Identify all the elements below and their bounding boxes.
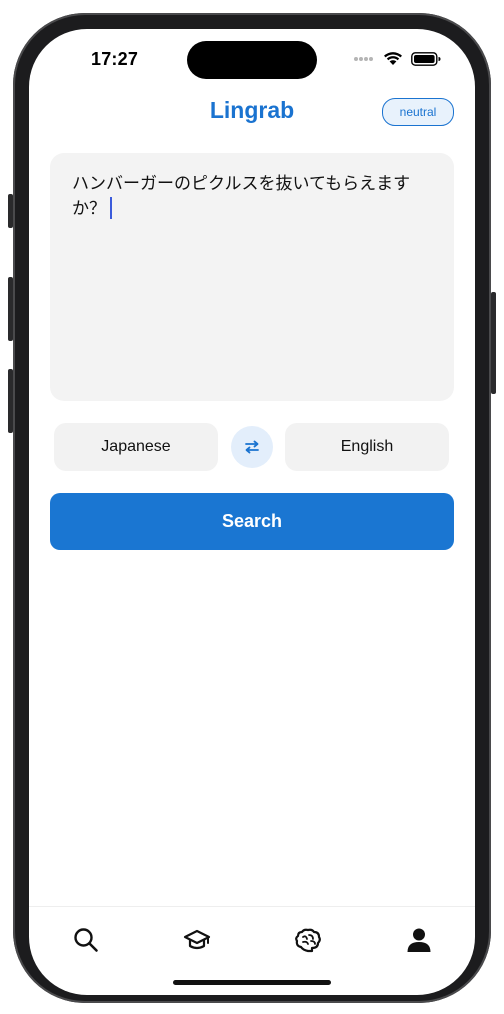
volume-down-button: [8, 369, 13, 433]
battery-icon: [411, 51, 441, 66]
status-icons: [353, 51, 441, 66]
mode-badge[interactable]: neutral: [382, 98, 454, 126]
tab-brain[interactable]: [288, 922, 328, 958]
source-language-label: Japanese: [101, 438, 171, 455]
brain-icon: [295, 928, 321, 953]
tab-search[interactable]: [66, 922, 106, 958]
source-language-button[interactable]: Japanese: [54, 423, 218, 471]
home-indicator: [173, 980, 331, 985]
status-time: 17:27: [91, 49, 139, 69]
swap-languages-button[interactable]: [231, 426, 273, 468]
search-icon: [74, 928, 98, 952]
text-caret: [110, 197, 112, 219]
phrase-input-text: ハンバーガーのピクルスを抜いてもらえますか？: [72, 174, 411, 219]
tab-bar-divider: [29, 906, 475, 907]
tab-profile[interactable]: [399, 922, 439, 958]
swap-arrows-icon: [245, 440, 259, 454]
volume-up-button: [8, 277, 13, 341]
action-button: [8, 194, 13, 228]
phrase-input[interactable]: ハンバーガーのピクルスを抜いてもらえますか？: [50, 153, 454, 401]
target-language-label: English: [340, 438, 394, 455]
wifi-icon: [384, 52, 402, 65]
user-icon: [407, 928, 431, 952]
cellular-signal-icon: [354, 56, 373, 61]
tab-learn[interactable]: [177, 922, 217, 958]
search-button-label: Search: [221, 511, 283, 531]
graduation-cap-icon: [183, 929, 211, 950]
screen: 17:27 Lingrab neutral ハンバーガーのピクルスを抜いてもらえ…: [29, 29, 475, 995]
power-button: [491, 292, 496, 394]
target-language-button[interactable]: English: [285, 423, 449, 471]
search-button[interactable]: Search: [50, 493, 454, 550]
dynamic-island: [187, 41, 317, 79]
